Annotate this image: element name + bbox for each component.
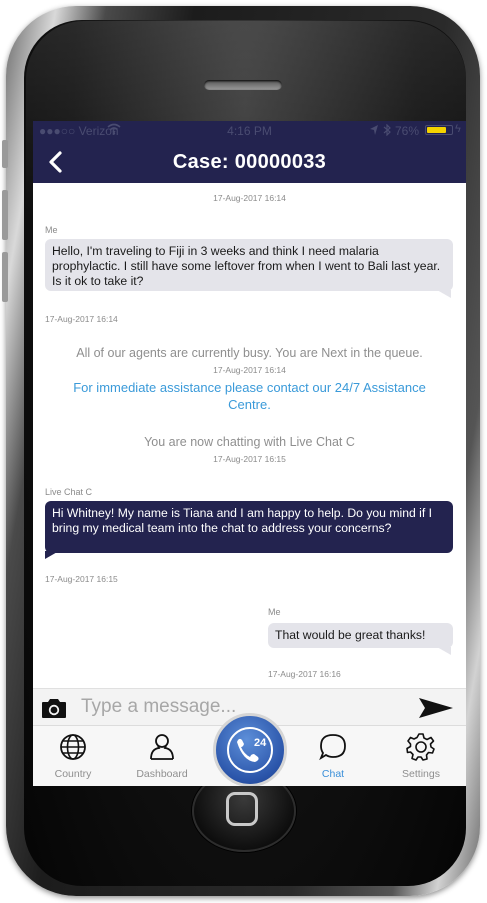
globe-icon bbox=[60, 734, 86, 760]
mute-switch bbox=[2, 140, 8, 168]
bluetooth-icon bbox=[383, 123, 391, 139]
message-timestamp: 17-Aug-2017 16:14 bbox=[213, 193, 286, 203]
tab-settings[interactable]: Settings bbox=[386, 726, 456, 786]
phone-24-icon: 24 bbox=[227, 727, 273, 773]
nav-bar: Case: 00000033 bbox=[33, 141, 466, 183]
tab-label: Chat bbox=[321, 768, 345, 780]
earpiece-speaker bbox=[204, 80, 282, 90]
message-timestamp: 17-Aug-2017 16:14 bbox=[213, 365, 286, 375]
chat-thread[interactable]: 17-Aug-2017 16:14 Me Hello, I'm travelin… bbox=[33, 183, 466, 688]
chat-bubble-icon bbox=[319, 734, 346, 761]
tab-chat[interactable]: Chat bbox=[298, 726, 368, 786]
tab-dashboard[interactable]: Dashboard bbox=[127, 726, 197, 786]
system-message: You are now chatting with Live Chat C bbox=[144, 435, 355, 449]
volume-up-button bbox=[2, 190, 8, 240]
battery-icon bbox=[425, 125, 453, 135]
send-icon bbox=[419, 698, 453, 718]
message-timestamp: 17-Aug-2017 16:16 bbox=[268, 669, 341, 679]
bubble-tail bbox=[437, 290, 451, 298]
tab-bar: Country Dashboard 24 Chat Settings bbox=[33, 713, 466, 786]
message-bubble-outgoing: That would be great thanks! bbox=[268, 623, 453, 648]
message-sender: Me bbox=[45, 225, 58, 235]
battery-percent: 76% bbox=[395, 124, 420, 138]
tab-country[interactable]: Country bbox=[38, 726, 108, 786]
message-sender: Live Chat C bbox=[45, 487, 93, 497]
message-sender: Me bbox=[268, 607, 281, 617]
person-icon bbox=[150, 734, 174, 760]
home-square-icon bbox=[226, 792, 258, 826]
call-24-7-button[interactable]: 24 bbox=[213, 713, 287, 786]
message-bubble-outgoing: Hello, I'm traveling to Fiji in 3 weeks … bbox=[45, 239, 453, 291]
message-timestamp: 17-Aug-2017 16:14 bbox=[45, 314, 118, 324]
svg-text:24: 24 bbox=[254, 737, 267, 749]
camera-icon[interactable] bbox=[41, 697, 67, 719]
tab-label: Country bbox=[54, 768, 92, 780]
volume-down-button bbox=[2, 252, 8, 302]
message-timestamp: 17-Aug-2017 16:15 bbox=[45, 574, 118, 584]
tab-label: Dashboard bbox=[136, 768, 188, 780]
app-screen: ●●●○○ Verizon 4:16 PM 76% ϟ Case: 000000… bbox=[33, 121, 466, 786]
system-message: All of our agents are currently busy. Yo… bbox=[76, 346, 423, 360]
bubble-tail bbox=[45, 551, 59, 559]
send-button[interactable] bbox=[418, 697, 454, 719]
location-icon bbox=[369, 124, 379, 139]
page-title: Case: 00000033 bbox=[172, 151, 327, 173]
status-bar: ●●●○○ Verizon 4:16 PM 76% ϟ bbox=[33, 121, 466, 141]
gear-icon bbox=[406, 733, 435, 761]
bubble-tail bbox=[437, 647, 451, 655]
tab-label: Settings bbox=[402, 768, 440, 780]
message-timestamp: 17-Aug-2017 16:15 bbox=[213, 454, 286, 464]
message-bubble-incoming: Hi Whitney! My name is Tiana and I am ha… bbox=[45, 501, 453, 553]
charging-icon: ϟ bbox=[455, 123, 461, 135]
assistance-centre-link[interactable]: For immediate assistance please contact … bbox=[63, 379, 436, 413]
